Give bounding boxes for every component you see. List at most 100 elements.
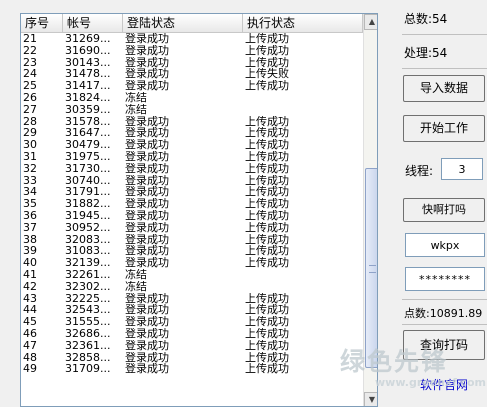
row-exec-status: 上传成功	[245, 221, 289, 234]
account-list[interactable]: 序号 帐号 登陆状态 执行状态 21 31269... 登录成功 上传成功 22 3169…	[20, 13, 378, 407]
table-row[interactable]: 30 30479... 登录成功 上传成功	[21, 139, 363, 151]
row-index: 40	[23, 257, 37, 269]
table-row[interactable]: 42 32302... 冻结	[21, 281, 363, 293]
column-header-index[interactable]: 序号	[21, 14, 63, 32]
table-row[interactable]: 32 31730... 登录成功 上传成功	[21, 163, 363, 175]
scroll-up-button[interactable]: ▲	[364, 14, 377, 30]
row-login-status: 登录成功	[125, 209, 169, 222]
row-index: 47	[23, 339, 37, 352]
row-account: 30740...	[65, 174, 111, 187]
row-exec-status: 上传成功	[245, 257, 289, 269]
column-header-login-status[interactable]: 登陆状态	[123, 14, 243, 32]
row-login-status: 登录成功	[125, 174, 169, 187]
scroll-thumb[interactable]	[365, 168, 377, 368]
row-index: 25	[23, 80, 37, 92]
table-row[interactable]: 27 30359... 冻结	[21, 104, 363, 116]
table-row[interactable]: 39 31083... 登录成功 上传成功	[21, 245, 363, 257]
start-work-button[interactable]: 开始工作	[403, 115, 485, 142]
row-index: 46	[23, 327, 37, 340]
row-login-status: 冻结	[125, 91, 147, 104]
row-exec-status: 上传成功	[245, 209, 289, 222]
row-login-status: 登录成功	[125, 292, 169, 305]
table-row[interactable]: 31 31975... 登录成功 上传成功	[21, 151, 363, 163]
table-row[interactable]: 36 31945... 登录成功 上传成功	[21, 210, 363, 222]
row-login-status: 登录成功	[125, 198, 169, 210]
table-row[interactable]: 45 31555... 登录成功 上传成功	[21, 316, 363, 328]
row-exec-status: 上传失败	[245, 68, 289, 81]
table-row[interactable]: 48 32858... 登录成功 上传成功	[21, 352, 363, 364]
table-row[interactable]: 29 31647... 登录成功 上传成功	[21, 127, 363, 139]
table-row[interactable]: 23 30143... 登录成功 上传成功	[21, 57, 363, 69]
row-exec-status: 上传成功	[245, 327, 289, 340]
table-row[interactable]: 34 31791... 登录成功 上传成功	[21, 186, 363, 198]
table-row[interactable]: 24 31478... 登录成功 上传失败	[21, 68, 363, 80]
row-account: 30952...	[65, 221, 111, 234]
row-account: 31555...	[65, 316, 111, 328]
table-row[interactable]: 37 30952... 登录成功 上传成功	[21, 222, 363, 234]
scroll-down-button[interactable]: ▼	[364, 392, 377, 406]
table-row[interactable]: 33 30740... 登录成功 上传成功	[21, 175, 363, 187]
row-exec-status: 上传成功	[245, 115, 289, 128]
table-row[interactable]: 25 31417... 登录成功 上传成功	[21, 80, 363, 92]
processed-count-label: 处理:54	[404, 46, 448, 60]
table-row[interactable]: 41 32261... 冻结	[21, 269, 363, 281]
row-index: 28	[23, 115, 37, 128]
password-input[interactable]	[405, 267, 485, 291]
row-login-status: 登录成功	[125, 186, 169, 199]
table-row[interactable]: 35 31882... 登录成功 上传成功	[21, 198, 363, 210]
table-row[interactable]: 43 32225... 登录成功 上传成功	[21, 293, 363, 305]
row-exec-status: 上传成功	[245, 233, 289, 246]
row-account: 32261...	[65, 268, 111, 281]
triangle-down-icon: ▼	[368, 395, 376, 404]
row-login-status: 登录成功	[125, 316, 169, 328]
table-row[interactable]: 47 32361... 登录成功 上传成功	[21, 340, 363, 352]
row-login-status: 登录成功	[125, 257, 169, 269]
row-login-status: 登录成功	[125, 221, 169, 234]
table-row[interactable]: 49 31709... 登录成功 上传成功	[21, 363, 363, 375]
row-exec-status: 上传成功	[245, 304, 289, 317]
row-login-status: 登录成功	[125, 327, 169, 340]
row-account: 30359...	[65, 103, 111, 116]
row-login-status: 登录成功	[125, 351, 169, 364]
row-index: 48	[23, 351, 37, 364]
import-data-button[interactable]: 导入数据	[403, 75, 485, 102]
row-login-status: 登录成功	[125, 80, 169, 92]
divider	[402, 324, 487, 325]
list-rows: 21 31269... 登录成功 上传成功 22 31690... 登录成功 上传成功 23 30…	[21, 33, 363, 375]
row-login-status: 冻结	[125, 103, 147, 116]
row-login-status: 登录成功	[125, 127, 169, 140]
row-exec-status: 上传成功	[245, 33, 289, 45]
row-index: 30	[23, 139, 37, 151]
table-row[interactable]: 46 32686... 登录成功 上传成功	[21, 328, 363, 340]
row-login-status: 冻结	[125, 280, 147, 293]
table-row[interactable]: 22 31690... 登录成功 上传成功	[21, 45, 363, 57]
threads-label: 线程:	[405, 164, 434, 178]
table-row[interactable]: 38 32083... 登录成功 上传成功	[21, 234, 363, 246]
row-index: 35	[23, 198, 37, 210]
row-exec-status: 上传成功	[245, 56, 289, 69]
row-account: 31690...	[65, 44, 111, 57]
row-exec-status: 上传成功	[245, 198, 289, 210]
table-row[interactable]: 28 31578... 登录成功 上传成功	[21, 116, 363, 128]
row-login-status: 登录成功	[125, 339, 169, 352]
threads-input[interactable]	[441, 158, 483, 180]
row-index: 39	[23, 245, 37, 258]
row-exec-status: 上传成功	[245, 162, 289, 175]
row-exec-status: 上传成功	[245, 80, 289, 92]
username-input[interactable]	[405, 233, 485, 257]
row-account: 32083...	[65, 233, 111, 246]
row-login-status: 冻结	[125, 268, 147, 281]
table-row[interactable]: 44 32543... 登录成功 上传成功	[21, 304, 363, 316]
row-account: 31647...	[65, 127, 111, 140]
table-row[interactable]: 21 31269... 登录成功 上传成功	[21, 33, 363, 45]
row-account: 31945...	[65, 209, 111, 222]
row-index: 23	[23, 56, 37, 69]
table-row[interactable]: 26 31824... 冻结	[21, 92, 363, 104]
column-header-account[interactable]: 帐号	[63, 14, 123, 32]
table-row[interactable]: 40 32139... 登录成功 上传成功	[21, 257, 363, 269]
row-account: 31824...	[65, 91, 111, 104]
column-header-exec-status[interactable]: 执行状态	[243, 14, 363, 32]
row-index: 45	[23, 316, 37, 328]
row-account: 32543...	[65, 304, 111, 317]
captcha-service-button[interactable]: 快啊打吗	[403, 198, 485, 222]
